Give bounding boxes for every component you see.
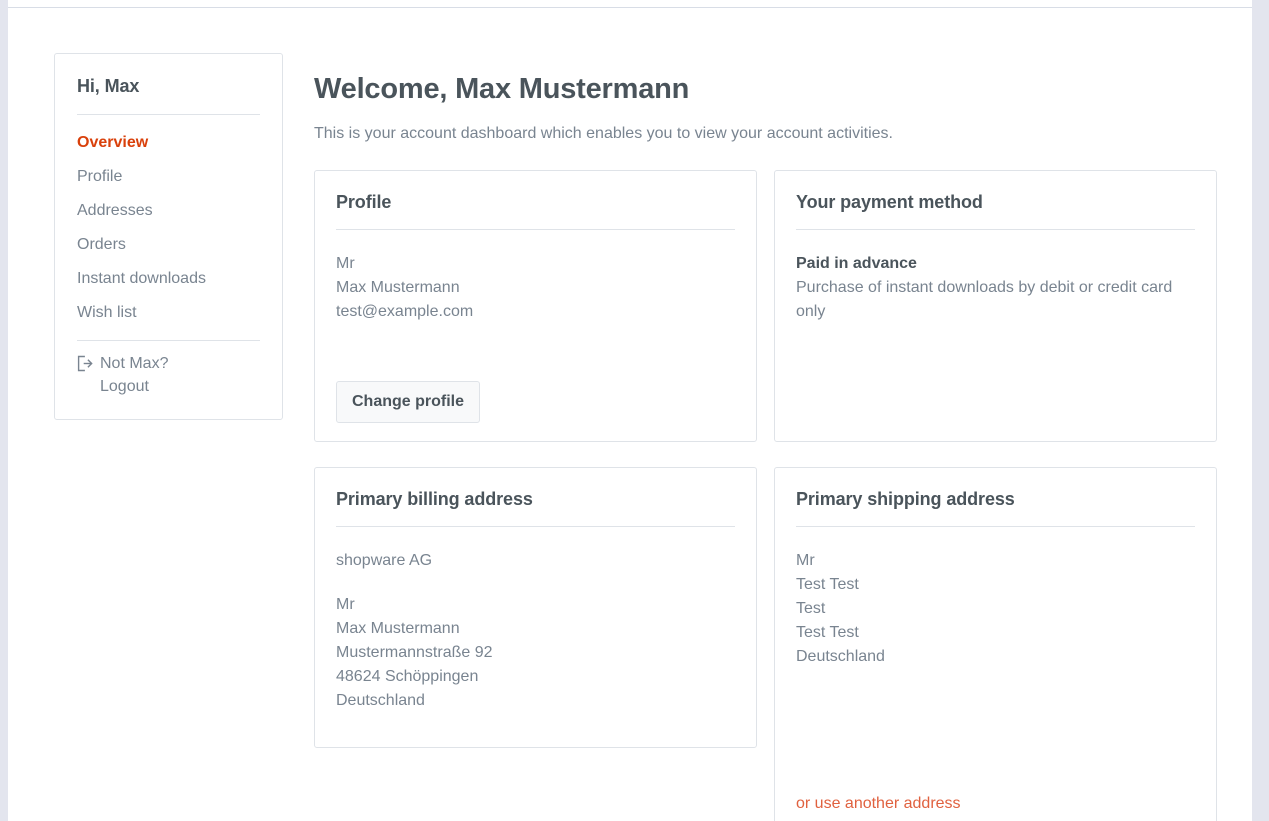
sidebar-item-wish-list[interactable]: Wish list: [77, 303, 260, 322]
account-nav: Overview Profile Addresses Orders Instan…: [77, 133, 260, 322]
sidebar-greeting: Hi, Max: [77, 76, 140, 96]
shipping-card-rule: [796, 526, 1195, 527]
payment-method-card: Your payment method Paid in advance Purc…: [774, 170, 1217, 442]
profile-card-rule: [336, 229, 735, 230]
dashboard-card-grid: Profile Mr Max Mustermann test@example.c…: [314, 170, 1217, 821]
sidebar-item-overview[interactable]: Overview: [77, 133, 260, 167]
page-layout: Hi, Max Overview Profile Addresses Order…: [8, 8, 1252, 821]
payment-card-body: Paid in advance Purchase of instant down…: [796, 252, 1195, 423]
page-left-rail: [0, 0, 8, 821]
shipping-city: Test Test: [796, 624, 859, 641]
sidebar-item-addresses[interactable]: Addresses: [77, 201, 260, 235]
sign-out-icon: [77, 355, 93, 372]
page-subtitle: This is your account dashboard which ena…: [314, 125, 893, 142]
payment-card-rule: [796, 229, 1195, 230]
profile-card-title: Profile: [336, 192, 392, 212]
payment-card-title: Your payment method: [796, 192, 983, 212]
billing-city: 48624 Schöppingen: [336, 668, 479, 685]
logout-texts: Not Max? Logout: [100, 353, 168, 399]
logout-block: Not Max? Logout: [77, 353, 260, 399]
sidebar-item-orders[interactable]: Orders: [77, 235, 260, 269]
billing-card-title: Primary billing address: [336, 489, 533, 509]
billing-street: Mustermannstraße 92: [336, 644, 493, 661]
profile-email: test@example.com: [336, 303, 474, 320]
account-main-content: Welcome, Max Mustermann This is your acc…: [283, 53, 1252, 821]
sidebar-divider-bottom: [77, 340, 260, 341]
account-dashboard-page: Hi, Max Overview Profile Addresses Order…: [8, 8, 1252, 821]
billing-card-body: shopware AG Mr Max Mustermann Mustermann…: [336, 549, 735, 729]
sidebar-divider-top: [77, 114, 260, 115]
payment-method-name: Paid in advance: [796, 255, 917, 272]
page-right-scrollbar-rail[interactable]: [1252, 0, 1269, 821]
billing-name: Max Mustermann: [336, 620, 460, 637]
change-profile-button[interactable]: Change profile: [336, 381, 481, 423]
logout-question: Not Max?: [100, 355, 169, 372]
profile-card: Profile Mr Max Mustermann test@example.c…: [314, 170, 757, 442]
billing-company: shopware AG: [336, 552, 433, 569]
shipping-card-title: Primary shipping address: [796, 489, 1015, 509]
billing-spacer: [336, 573, 735, 593]
logout-link[interactable]: Logout: [100, 374, 168, 399]
shipping-salutation: Mr: [796, 552, 815, 569]
billing-address-card: Primary billing address shopware AG Mr M…: [314, 467, 757, 748]
billing-card-rule: [336, 526, 735, 527]
sidebar-item-instant-downloads[interactable]: Instant downloads: [77, 269, 260, 303]
shipping-card-body: Mr Test Test Test Test Test Deutschland: [796, 549, 1195, 794]
billing-salutation: Mr: [336, 596, 355, 613]
sidebar-item-profile[interactable]: Profile: [77, 167, 260, 201]
billing-country: Deutschland: [336, 692, 425, 709]
shipping-street: Test: [796, 600, 826, 617]
shipping-name: Test Test: [796, 576, 859, 593]
page-title: Welcome, Max Mustermann: [314, 73, 690, 105]
shipping-address-card: Primary shipping address Mr Test Test Te…: [774, 467, 1217, 821]
use-another-address-link[interactable]: or use another address: [796, 794, 961, 813]
payment-method-description: Purchase of instant downloads by debit o…: [796, 279, 1173, 320]
account-sidebar: Hi, Max Overview Profile Addresses Order…: [54, 53, 283, 420]
profile-salutation: Mr: [336, 255, 355, 272]
profile-card-body: Mr Max Mustermann test@example.com: [336, 252, 735, 381]
profile-name: Max Mustermann: [336, 279, 460, 296]
shipping-country: Deutschland: [796, 648, 885, 665]
